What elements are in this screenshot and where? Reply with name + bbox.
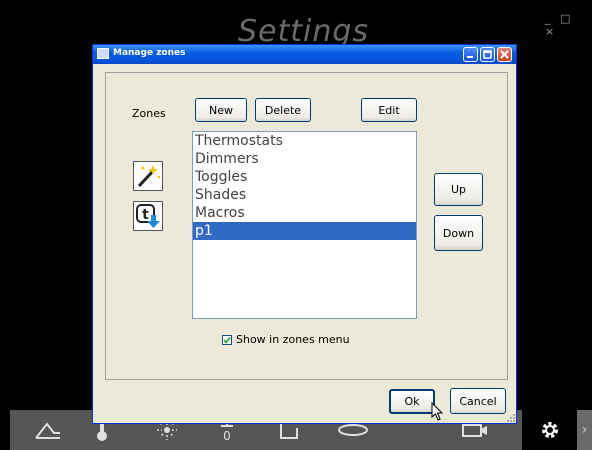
close-icon[interactable]: × [545,25,557,38]
close-icon [500,50,509,59]
move-down-button[interactable]: Down [434,215,483,251]
minimize-icon [467,56,473,58]
maximize-button[interactable] [480,47,495,62]
list-item[interactable]: Shades [193,186,416,204]
manage-zones-dialog: Manage zones Zones New Delete Edit t The… [92,44,517,424]
maximize-icon[interactable]: □ [560,12,573,25]
resize-grip-icon[interactable] [507,414,515,422]
mouse-cursor-icon [431,402,443,421]
list-item-selected[interactable]: p1 [193,222,416,240]
maximize-icon [483,50,492,59]
next-icon[interactable]: › [577,410,592,450]
list-item[interactable]: Macros [193,204,416,222]
edit-button[interactable]: Edit [361,98,417,122]
zones-listbox[interactable]: Thermostats Dimmers Toggles Shades Macro… [192,131,417,319]
delete-button[interactable]: Delete [255,98,311,122]
checkmark-icon [223,337,231,344]
close-button[interactable] [497,47,512,62]
dialog-title: Manage zones [113,48,186,58]
cancel-button[interactable]: Cancel [450,388,506,414]
move-up-button[interactable]: Up [434,173,483,206]
wizard-wand-button[interactable] [133,161,163,191]
import-download-icon: t [136,204,160,228]
show-in-menu-label[interactable]: Show in zones menu [236,333,350,346]
minimize-icon[interactable]: _ [545,12,554,25]
new-button[interactable]: New [195,98,247,122]
wizard-wand-icon [137,165,161,188]
show-in-menu-checkbox[interactable] [222,335,232,345]
settings-tab-active[interactable] [522,410,577,450]
dialog-titlebar[interactable]: Manage zones [93,45,516,64]
app-window-controls: _ □ × [545,12,592,38]
zones-label: Zones [132,107,166,120]
import-zones-button[interactable]: t [133,201,163,231]
list-item[interactable]: Dimmers [193,150,416,168]
minimize-button[interactable] [463,47,478,62]
list-item[interactable]: Toggles [193,168,416,186]
svg-text:t: t [142,207,149,223]
ok-button[interactable]: Ok [389,389,435,414]
list-item[interactable]: Thermostats [193,132,416,150]
home-icon[interactable] [30,410,66,450]
svg-text:0: 0 [223,429,231,442]
window-app-icon [97,48,109,59]
settings-icon [522,410,577,450]
